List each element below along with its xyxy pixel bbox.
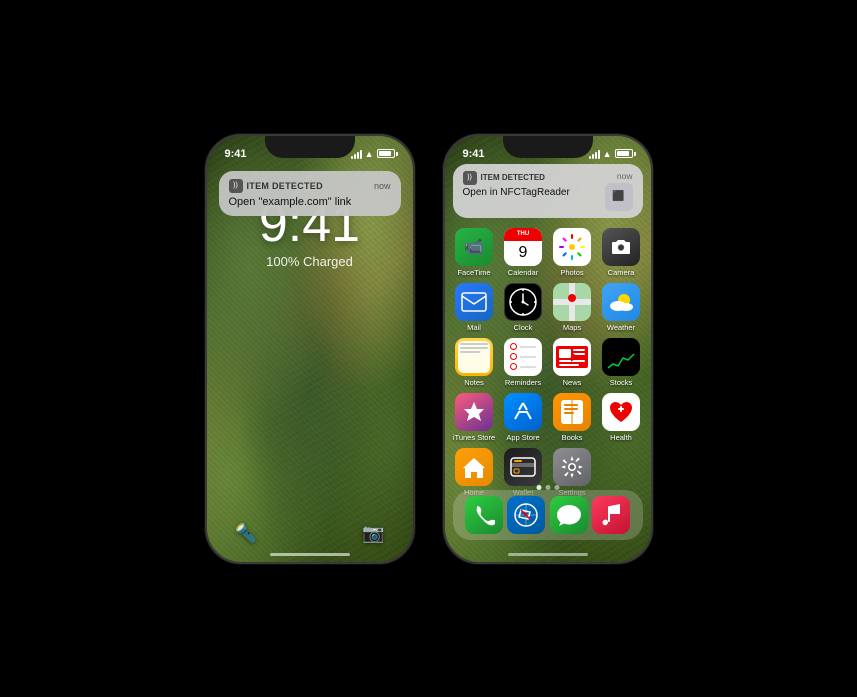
phones-container: 9:41 ▲ 🔒 9:41	[205, 134, 653, 564]
app-clock[interactable]: Clock	[502, 283, 545, 332]
app-itunes-store[interactable]: iTunes Store	[453, 393, 496, 442]
home-indicator	[270, 553, 350, 556]
app-facetime[interactable]: 📹 FaceTime	[453, 228, 496, 277]
home-notif-time: now	[617, 171, 633, 181]
page-dots	[536, 485, 559, 490]
lock-charged-status: 100% Charged	[266, 254, 353, 269]
home-notif-title: ITEM DETECTED	[481, 173, 545, 182]
home-notif-body: Open in NFCTagReader	[463, 187, 605, 198]
app-notes[interactable]: Notes	[453, 338, 496, 387]
phone-left: 9:41 ▲ 🔒 9:41	[205, 134, 415, 564]
app-camera[interactable]: Camera	[600, 228, 643, 277]
notif-body: Open "example.com" link	[229, 196, 391, 208]
flashlight-icon[interactable]: 🔦	[235, 523, 257, 544]
lock-screen: 9:41 ▲ 🔒 9:41	[207, 136, 413, 562]
notif-title: ITEM DETECTED	[247, 181, 323, 191]
home-nfc-icon: ))	[463, 171, 477, 185]
power-button[interactable]	[413, 226, 415, 281]
home-notification-banner[interactable]: )) ITEM DETECTED Open in NFCTagReader no…	[453, 164, 643, 218]
dock-music[interactable]	[592, 496, 630, 534]
dock	[453, 490, 643, 540]
notif-header: )) ITEM DETECTED now	[229, 179, 391, 193]
app-reminders[interactable]: Reminders	[502, 338, 545, 387]
app-calendar[interactable]: THU 9 Calendar	[502, 228, 545, 277]
dock-messages[interactable]	[550, 496, 588, 534]
nfc-icon: ))	[229, 179, 243, 193]
app-weather[interactable]: Weather	[600, 283, 643, 332]
home-signal-icon	[589, 149, 600, 159]
app-app-store[interactable]: App Store	[502, 393, 545, 442]
top-notif-left: )) ITEM DETECTED Open in NFCTagReader	[463, 171, 605, 198]
home-battery-icon	[615, 149, 633, 158]
page-dot-1	[536, 485, 541, 490]
app-books[interactable]: Books	[551, 393, 594, 442]
app-stocks[interactable]: Stocks	[600, 338, 643, 387]
app-maps[interactable]: Maps	[551, 283, 594, 332]
notif-time: now	[374, 181, 391, 191]
dock-phone[interactable]	[465, 496, 503, 534]
home-screen-indicator	[508, 553, 588, 556]
camera-quick-icon[interactable]: 📷	[362, 523, 384, 544]
dock-safari[interactable]	[507, 496, 545, 534]
phone-right: 9:41 ▲ ))	[443, 134, 653, 564]
home-status-time: 9:41	[463, 148, 485, 160]
battery-icon	[377, 149, 395, 158]
top-notif-header: )) ITEM DETECTED	[463, 171, 605, 185]
nfc-app-icon: ⬛	[605, 183, 633, 211]
home-status-icons: ▲	[589, 149, 633, 159]
page-dot-3	[554, 485, 559, 490]
home-screen: 9:41 ▲ ))	[445, 136, 651, 562]
home-wifi-icon: ▲	[603, 149, 612, 159]
status-time: 9:41	[225, 148, 247, 160]
status-icons: ▲	[351, 149, 395, 159]
lock-notification-banner[interactable]: )) ITEM DETECTED now Open "example.com" …	[219, 171, 401, 216]
app-mail[interactable]: Mail	[453, 283, 496, 332]
app-health[interactable]: Health	[600, 393, 643, 442]
signal-icon	[351, 149, 362, 159]
notch	[265, 136, 355, 158]
wifi-icon: ▲	[365, 149, 374, 159]
power-button-right[interactable]	[651, 226, 653, 281]
app-photos[interactable]: Photos	[551, 228, 594, 277]
itunes-store-label: iTunes Store	[453, 433, 495, 442]
notif-left: )) ITEM DETECTED	[229, 179, 323, 193]
home-notch	[503, 136, 593, 158]
app-grid: 📹 FaceTime THU 9 Calendar	[453, 228, 643, 497]
app-news[interactable]: News	[551, 338, 594, 387]
bottom-controls: 🔦 📷	[207, 523, 413, 544]
page-dot-2	[545, 485, 550, 490]
